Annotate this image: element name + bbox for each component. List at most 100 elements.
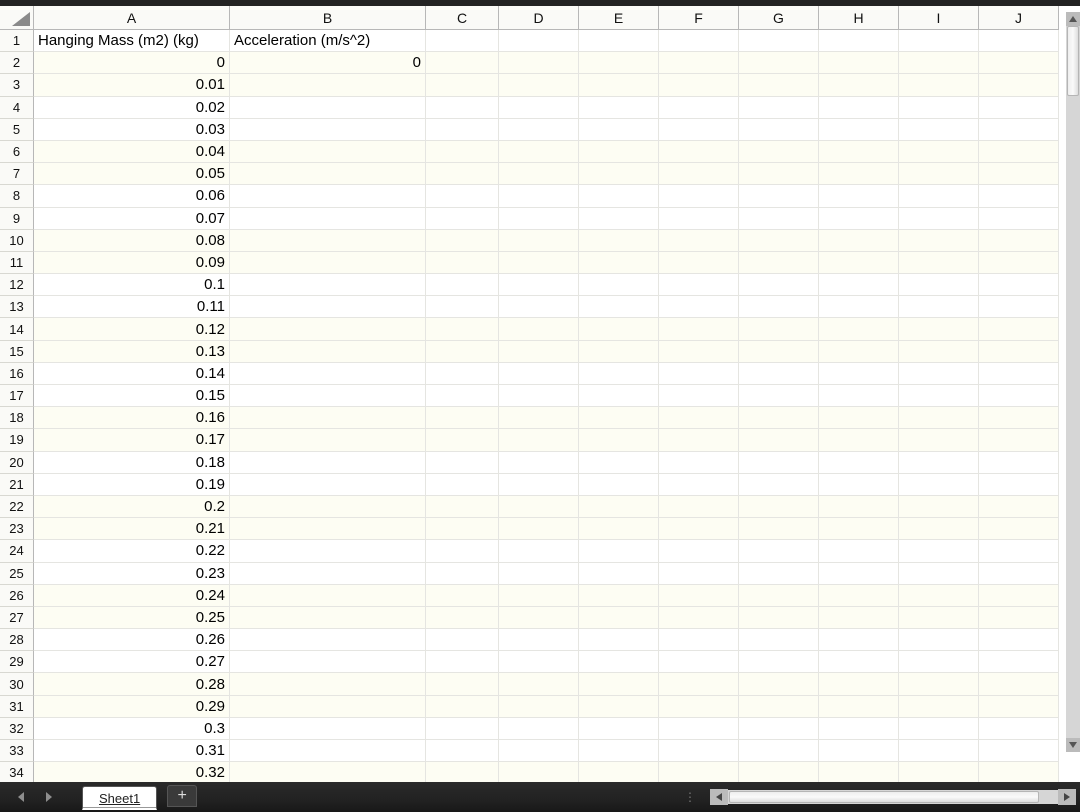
cell-E19[interactable] xyxy=(579,429,659,451)
cell-B18[interactable] xyxy=(230,407,426,429)
cell-I29[interactable] xyxy=(899,651,979,673)
cell-I3[interactable] xyxy=(899,74,979,96)
cell-D30[interactable] xyxy=(499,673,579,695)
cell-C32[interactable] xyxy=(426,718,499,740)
cell-H17[interactable] xyxy=(819,385,899,407)
cell-C29[interactable] xyxy=(426,651,499,673)
cell-B9[interactable] xyxy=(230,208,426,230)
cell-I23[interactable] xyxy=(899,518,979,540)
cell-A23[interactable]: 0.21 xyxy=(34,518,230,540)
cell-H20[interactable] xyxy=(819,452,899,474)
cell-C30[interactable] xyxy=(426,673,499,695)
cell-A32[interactable]: 0.3 xyxy=(34,718,230,740)
cell-H11[interactable] xyxy=(819,252,899,274)
cell-D19[interactable] xyxy=(499,429,579,451)
cell-F30[interactable] xyxy=(659,673,739,695)
cell-J6[interactable] xyxy=(979,141,1059,163)
cell-E26[interactable] xyxy=(579,585,659,607)
cell-H25[interactable] xyxy=(819,563,899,585)
cell-B28[interactable] xyxy=(230,629,426,651)
cell-C8[interactable] xyxy=(426,185,499,207)
row-header-14[interactable]: 14 xyxy=(0,318,34,340)
cell-H13[interactable] xyxy=(819,296,899,318)
cell-F28[interactable] xyxy=(659,629,739,651)
cell-F25[interactable] xyxy=(659,563,739,585)
cell-H26[interactable] xyxy=(819,585,899,607)
cell-B8[interactable] xyxy=(230,185,426,207)
cell-I9[interactable] xyxy=(899,208,979,230)
cell-C17[interactable] xyxy=(426,385,499,407)
column-header-H[interactable]: H xyxy=(819,6,899,30)
cell-D5[interactable] xyxy=(499,119,579,141)
cell-B15[interactable] xyxy=(230,341,426,363)
cell-I1[interactable] xyxy=(899,30,979,52)
cell-H34[interactable] xyxy=(819,762,899,782)
vertical-scrollbar[interactable] xyxy=(1066,12,1080,752)
cell-J30[interactable] xyxy=(979,673,1059,695)
cell-A1[interactable]: Hanging Mass (m2) (kg) xyxy=(34,30,230,52)
cell-D4[interactable] xyxy=(499,97,579,119)
cell-B20[interactable] xyxy=(230,452,426,474)
cell-C5[interactable] xyxy=(426,119,499,141)
row-header-12[interactable]: 12 xyxy=(0,274,34,296)
cell-C16[interactable] xyxy=(426,363,499,385)
cell-A19[interactable]: 0.17 xyxy=(34,429,230,451)
cell-H32[interactable] xyxy=(819,718,899,740)
cell-I19[interactable] xyxy=(899,429,979,451)
cell-B30[interactable] xyxy=(230,673,426,695)
cell-I31[interactable] xyxy=(899,696,979,718)
cell-H1[interactable] xyxy=(819,30,899,52)
cell-F12[interactable] xyxy=(659,274,739,296)
cell-A34[interactable]: 0.32 xyxy=(34,762,230,782)
cell-H29[interactable] xyxy=(819,651,899,673)
cell-C2[interactable] xyxy=(426,52,499,74)
cell-I26[interactable] xyxy=(899,585,979,607)
cell-J7[interactable] xyxy=(979,163,1059,185)
cell-E5[interactable] xyxy=(579,119,659,141)
column-header-F[interactable]: F xyxy=(659,6,739,30)
cell-B19[interactable] xyxy=(230,429,426,451)
cell-A30[interactable]: 0.28 xyxy=(34,673,230,695)
cell-J29[interactable] xyxy=(979,651,1059,673)
cell-J17[interactable] xyxy=(979,385,1059,407)
cell-G7[interactable] xyxy=(739,163,819,185)
cell-I24[interactable] xyxy=(899,540,979,562)
cell-D12[interactable] xyxy=(499,274,579,296)
cell-D29[interactable] xyxy=(499,651,579,673)
cell-F17[interactable] xyxy=(659,385,739,407)
cell-G8[interactable] xyxy=(739,185,819,207)
cell-G2[interactable] xyxy=(739,52,819,74)
cell-E16[interactable] xyxy=(579,363,659,385)
cell-G9[interactable] xyxy=(739,208,819,230)
cell-H5[interactable] xyxy=(819,119,899,141)
cell-J31[interactable] xyxy=(979,696,1059,718)
cell-B5[interactable] xyxy=(230,119,426,141)
cell-E12[interactable] xyxy=(579,274,659,296)
cell-J28[interactable] xyxy=(979,629,1059,651)
cell-J8[interactable] xyxy=(979,185,1059,207)
row-header-33[interactable]: 33 xyxy=(0,740,34,762)
cell-H3[interactable] xyxy=(819,74,899,96)
cell-G27[interactable] xyxy=(739,607,819,629)
row-header-5[interactable]: 5 xyxy=(0,119,34,141)
cell-H6[interactable] xyxy=(819,141,899,163)
horizontal-scroll-thumb[interactable] xyxy=(729,791,1039,803)
cell-B24[interactable] xyxy=(230,540,426,562)
cell-J1[interactable] xyxy=(979,30,1059,52)
cell-J34[interactable] xyxy=(979,762,1059,782)
cell-E2[interactable] xyxy=(579,52,659,74)
cell-A5[interactable]: 0.03 xyxy=(34,119,230,141)
cell-E30[interactable] xyxy=(579,673,659,695)
cell-C6[interactable] xyxy=(426,141,499,163)
cell-A12[interactable]: 0.1 xyxy=(34,274,230,296)
cell-I30[interactable] xyxy=(899,673,979,695)
cell-A25[interactable]: 0.23 xyxy=(34,563,230,585)
cell-C11[interactable] xyxy=(426,252,499,274)
row-header-29[interactable]: 29 xyxy=(0,651,34,673)
cell-H16[interactable] xyxy=(819,363,899,385)
cell-C25[interactable] xyxy=(426,563,499,585)
column-header-A[interactable]: A xyxy=(34,6,230,30)
cell-I20[interactable] xyxy=(899,452,979,474)
cell-E15[interactable] xyxy=(579,341,659,363)
cell-F20[interactable] xyxy=(659,452,739,474)
